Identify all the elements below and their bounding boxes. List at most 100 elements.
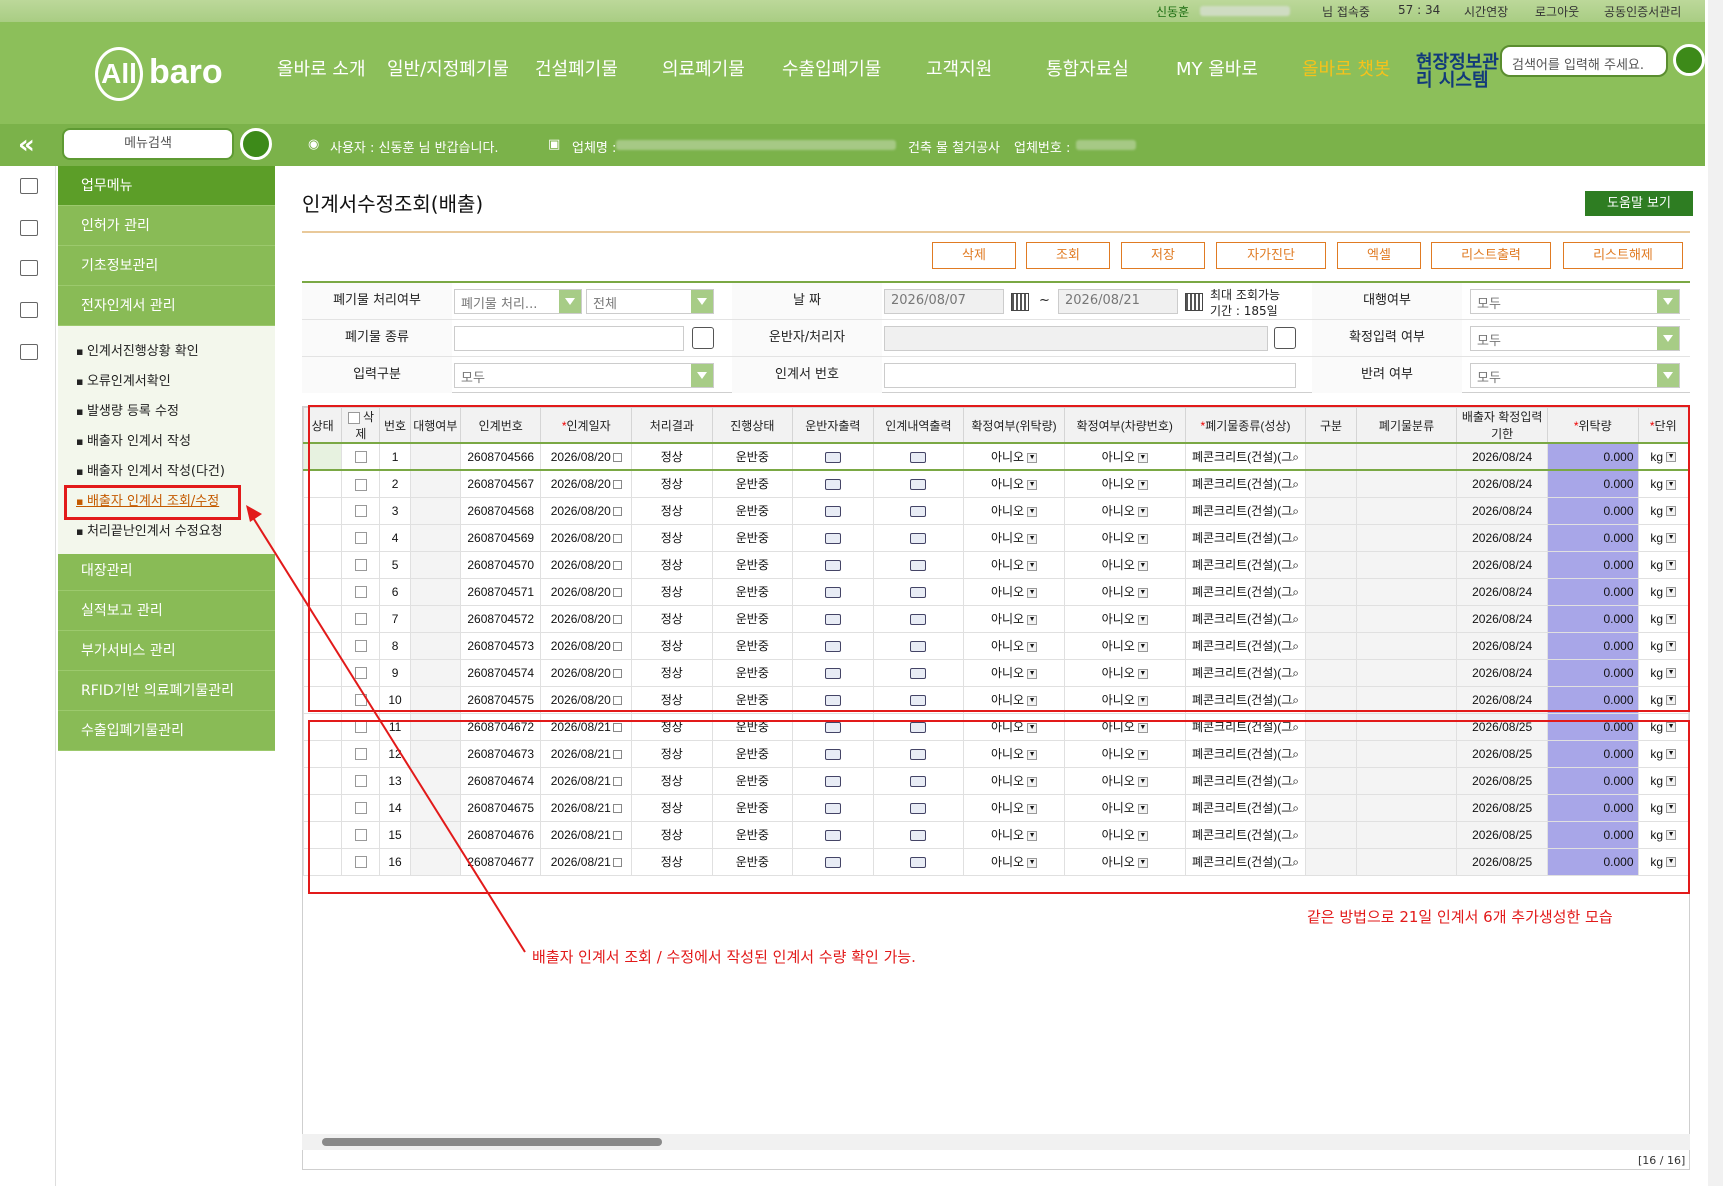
waste-type-input[interactable] <box>454 326 684 351</box>
menu-report[interactable]: 실적보고 관리 <box>58 591 275 631</box>
nav-customer-support[interactable]: 고객지원 <box>926 55 992 81</box>
label-transfer-number: 인계서 번호 <box>732 357 882 393</box>
certificate-link[interactable]: 공동인증서관리 <box>1604 3 1681 20</box>
label-agency: 대행여부 <box>1312 283 1462 319</box>
site-search-input[interactable]: 검색어를 입력해 주세요. <box>1500 45 1668 77</box>
print-list-button[interactable]: 리스트출력 <box>1431 242 1551 269</box>
company-icon: ▣ <box>548 137 561 152</box>
label-processed: 폐기물 처리여부 <box>302 283 452 319</box>
processed-all-select[interactable]: 전체 <box>586 289 714 314</box>
nav-data-room[interactable]: 통합자료실 <box>1046 55 1129 81</box>
calendar-to-icon[interactable] <box>1185 293 1203 311</box>
nav-site-info-system[interactable]: 현장정보관리 시스템 <box>1416 54 1500 90</box>
submenu-progress[interactable]: 인계서진행상황 확인 <box>76 340 199 359</box>
menu-head: 업무메뉴 <box>58 166 275 206</box>
submenu-write[interactable]: 배출자 인계서 작성 <box>76 430 191 449</box>
max-period-days: 기간 : 185일 <box>1210 304 1278 318</box>
date-range-tilde: ~ <box>1039 293 1050 308</box>
user-icon: ◉ <box>308 137 320 152</box>
blurred-company-name <box>616 137 896 152</box>
nav-my-allbaro[interactable]: MY 올바로 <box>1176 55 1258 81</box>
submenu-generation[interactable]: 발생량 등록 수정 <box>76 400 179 419</box>
menu-ledger[interactable]: 대장관리 <box>58 551 275 591</box>
company-name-tail: 건축 물 철거공사 <box>908 141 1000 156</box>
monitor-icon[interactable] <box>20 220 38 236</box>
menu-basic-info[interactable]: 기초정보관리 <box>58 246 275 286</box>
max-period-note: 최대 조회가능 <box>1210 288 1281 302</box>
user-greeting: 사용자 : 신동훈 님 반갑습니다. <box>330 141 499 156</box>
blurred-user-id <box>1200 3 1290 17</box>
annotation-box-first-10 <box>308 405 1690 712</box>
menu-import-export[interactable]: 수출입폐기물관리 <box>58 711 275 751</box>
label-waste-type: 폐기물 종류 <box>302 320 452 356</box>
search-button[interactable]: 조회 <box>1026 242 1110 269</box>
nav-chatbot[interactable]: 올바로 챗봇 <box>1302 55 1391 81</box>
confirm-input-select[interactable]: 모두 <box>1470 326 1680 351</box>
submenu-edit-request[interactable]: 처리끝난인계서 수정요청 <box>76 520 223 539</box>
company-label: 업체명 : <box>572 141 617 156</box>
save-button[interactable]: 저장 <box>1121 242 1205 269</box>
submenu-error[interactable]: 오류인계서확인 <box>76 370 171 389</box>
title-divider <box>302 231 1690 233</box>
left-menu: 업무메뉴 인허가 관리 기초정보관리 전자인계서 관리 인계서진행상황 확인 오… <box>58 166 275 751</box>
top-user-name: 신동훈 <box>1156 5 1190 19</box>
annotation-right-note: 같은 방법으로 21일 인계서 6개 추가생성한 모습 <box>1307 908 1613 926</box>
label-confirm-input: 확정입력 여부 <box>1312 320 1462 356</box>
horizontal-scrollbar[interactable] <box>302 1134 1690 1150</box>
annotation-bottom-note: 배출자 인계서 조회 / 수정에서 작성된 인계서 수량 확인 가능. <box>532 948 916 966</box>
active-menu-highlight <box>64 485 241 520</box>
menu-search-input[interactable]: 메뉴검색 <box>62 128 234 160</box>
carrier-input[interactable] <box>884 326 1268 351</box>
date-to-input[interactable]: 2026/08/21 <box>1058 289 1178 314</box>
vertical-scrollbar[interactable] <box>1708 0 1723 1186</box>
menu-addon[interactable]: 부가서비스 관리 <box>58 631 275 671</box>
waste-type-lookup-icon[interactable] <box>692 327 714 349</box>
blurred-business-number <box>1076 137 1136 152</box>
menu-e-transfer[interactable]: 전자인계서 관리 <box>58 286 275 326</box>
contact-icon[interactable] <box>20 178 38 194</box>
processed-select[interactable]: 폐기물 처리... <box>454 289 582 314</box>
input-type-select[interactable]: 모두 <box>454 363 714 388</box>
collapse-menu-icon[interactable]: « <box>18 130 35 160</box>
allbaro-logo[interactable]: All baro <box>95 47 223 101</box>
settings-icon[interactable] <box>20 260 38 276</box>
agency-select[interactable]: 모두 <box>1470 289 1680 314</box>
menu-search-icon[interactable] <box>240 128 272 160</box>
nav-intro[interactable]: 올바로 소개 <box>277 55 366 81</box>
top-utility-bar: 신동훈 님 접속중 57 : 34 시간연장 로그아웃 공동인증서관리 <box>0 0 1705 22</box>
calendar-from-icon[interactable] <box>1011 293 1029 311</box>
annotation-box-added-6 <box>308 720 1690 894</box>
screen-icon[interactable] <box>20 344 38 360</box>
menu-permit[interactable]: 인허가 관리 <box>58 206 275 246</box>
label-rejected: 반려 여부 <box>1312 357 1462 393</box>
page-counter: [16 / 16] <box>1638 1154 1686 1167</box>
extend-time-link[interactable]: 시간연장 <box>1464 3 1508 20</box>
search-icon[interactable] <box>1673 44 1705 76</box>
main-header: All baro 올바로 소개 일반/지정폐기물 건설폐기물 의료폐기물 수출입폐… <box>0 22 1705 124</box>
transfer-number-input[interactable] <box>884 363 1296 388</box>
session-timer: 57 : 34 <box>1398 3 1441 17</box>
self-check-button[interactable]: 자가진단 <box>1216 242 1326 269</box>
help-button[interactable]: 도움말 보기 <box>1585 191 1693 216</box>
nav-general-waste[interactable]: 일반/지정폐기물 <box>387 55 509 81</box>
filter-panel: 폐기물 처리여부 폐기물 처리... 전체 날 짜 2026/08/07 ~ 2… <box>302 281 1690 393</box>
business-number-label: 업체번호 : <box>1014 141 1071 156</box>
nav-construction-waste[interactable]: 건설폐기물 <box>535 55 618 81</box>
folder-icon[interactable] <box>20 302 38 318</box>
excel-button[interactable]: 엑셀 <box>1337 242 1421 269</box>
label-input-type: 입력구분 <box>302 357 452 393</box>
scroll-thumb[interactable] <box>322 1138 662 1146</box>
delete-button[interactable]: 삭제 <box>932 242 1016 269</box>
date-from-input[interactable]: 2026/08/07 <box>884 289 1004 314</box>
nav-medical-waste[interactable]: 의료폐기물 <box>662 55 745 81</box>
submenu-write-multi[interactable]: 배출자 인계서 작성(다건) <box>76 460 225 479</box>
label-carrier: 운반자/처리자 <box>732 320 882 356</box>
rejected-select[interactable]: 모두 <box>1470 363 1680 388</box>
carrier-lookup-icon[interactable] <box>1274 327 1296 349</box>
top-login-status: 님 접속중 <box>1322 5 1370 19</box>
page-title: 인계서수정조회(배출) <box>302 192 484 216</box>
nav-import-export-waste[interactable]: 수출입폐기물 <box>782 55 881 81</box>
clear-list-button[interactable]: 리스트해제 <box>1563 242 1683 269</box>
logout-link[interactable]: 로그아웃 <box>1535 3 1579 20</box>
menu-rfid[interactable]: RFID기반 의료폐기물관리 <box>58 671 275 711</box>
